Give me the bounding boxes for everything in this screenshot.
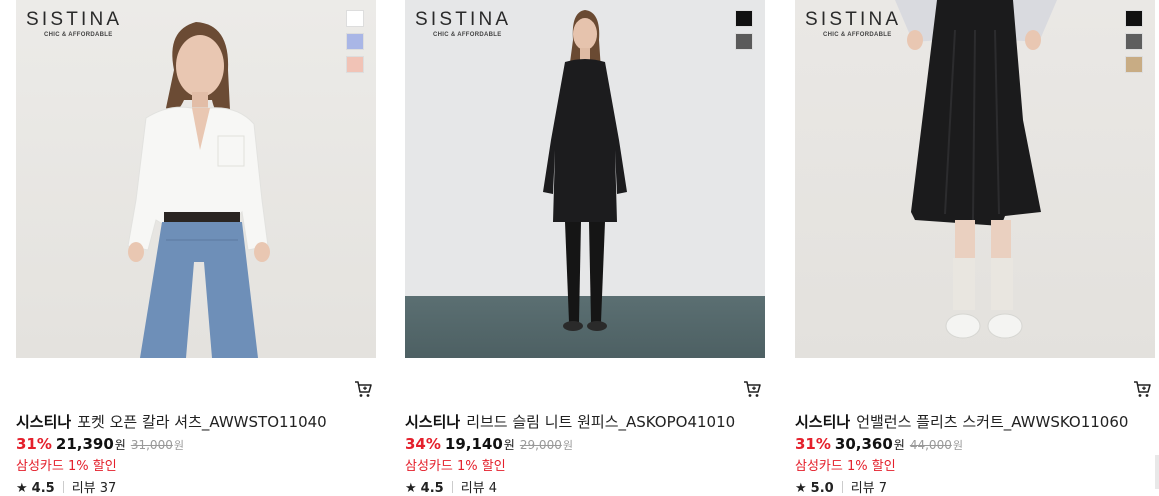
product-image[interactable]: SISTINA CHIC & AFFORDABLE (16, 0, 376, 358)
brand-logo: SISTINA CHIC & AFFORDABLE (26, 9, 136, 38)
color-swatch[interactable] (735, 33, 753, 50)
discount-rate: 31% (795, 435, 831, 453)
color-swatch[interactable] (346, 33, 364, 50)
original-price: 31,000 (130, 438, 173, 452)
product-title[interactable]: 시스티나 언밸런스 플리츠 스커트_AWWSKO11060 (795, 411, 1128, 432)
product-card[interactable]: SISTINA CHIC & AFFORDABLE 시스티나 언밸런스 플리츠 스… (795, 0, 1155, 496)
color-swatch[interactable] (735, 10, 753, 27)
card-promo: 삼성카드 1% 할인 (405, 459, 506, 474)
card-promo: 삼성카드 1% 할인 (16, 459, 117, 474)
brand-logo: SISTINA CHIC & AFFORDABLE (805, 9, 915, 38)
rating-row: ★ 4.5 리뷰 37 (16, 477, 116, 496)
sale-price: 21,390 (55, 435, 114, 453)
divider (451, 481, 453, 493)
product-card[interactable]: SISTINA CHIC & AFFORDABLE 시스티나 리브드 슬림 니트 … (405, 0, 765, 496)
price-unit: 원 (503, 438, 515, 452)
rating-row: ★ 4.5 리뷰 4 (405, 477, 497, 496)
product-name: 포켓 오픈 칼라 셔츠_AWWSTO11040 (77, 413, 327, 431)
model-photo (543, 10, 627, 331)
color-swatch[interactable] (346, 10, 364, 27)
color-swatch[interactable] (346, 56, 364, 73)
product-name: 언밸런스 플리츠 스커트_AWWSKO11060 (856, 413, 1129, 431)
product-image[interactable]: SISTINA CHIC & AFFORDABLE (795, 0, 1155, 358)
product-title[interactable]: 시스티나 포켓 오픈 칼라 셔츠_AWWSTO11040 (16, 411, 327, 432)
cart-icon[interactable] (354, 380, 372, 398)
divider (841, 481, 843, 493)
discount-rate: 31% (16, 435, 52, 453)
sale-price: 19,140 (444, 435, 503, 453)
price-unit: 원 (893, 438, 905, 452)
product-name: 리브드 슬림 니트 원피스_ASKOPO41010 (466, 413, 736, 431)
original-price-unit: 원 (173, 439, 184, 452)
rating-row: ★ 5.0 리뷰 7 (795, 477, 887, 496)
brand-logo-name: SISTINA (26, 9, 123, 30)
color-swatch[interactable] (1125, 33, 1143, 50)
scrollbar[interactable] (1155, 455, 1159, 489)
sale-price: 30,360 (834, 435, 893, 453)
divider (62, 481, 64, 493)
brand-logo-tagline: CHIC & AFFORDABLE (433, 32, 502, 38)
price-unit: 원 (114, 438, 126, 452)
product-brand: 시스티나 (795, 413, 851, 431)
color-swatches (346, 10, 364, 79)
product-card[interactable]: SISTINA CHIC & AFFORDABLE 시스티나 포켓 오픈 칼라 셔… (16, 0, 376, 496)
model-photo (895, 0, 1057, 339)
product-brand: 시스티나 (16, 413, 72, 431)
brand-logo-tagline: CHIC & AFFORDABLE (44, 32, 113, 38)
discount-rate: 34% (405, 435, 441, 453)
original-price: 44,000 (909, 438, 952, 452)
brand-logo-name: SISTINA (805, 9, 902, 30)
price-row: 31% 30,360원 44,000원 (795, 435, 963, 453)
color-swatches (1125, 10, 1143, 79)
model-photo (127, 22, 270, 358)
cart-icon[interactable] (743, 380, 761, 398)
original-price: 29,000 (519, 438, 562, 452)
card-promo: 삼성카드 1% 할인 (795, 459, 896, 474)
price-row: 31% 21,390원 31,000원 (16, 435, 184, 453)
price-row: 34% 19,140원 29,000원 (405, 435, 573, 453)
color-swatch[interactable] (1125, 56, 1143, 73)
color-swatches (735, 10, 753, 56)
product-title[interactable]: 시스티나 리브드 슬림 니트 원피스_ASKOPO41010 (405, 411, 735, 432)
color-swatch[interactable] (1125, 10, 1143, 27)
original-price-unit: 원 (562, 439, 573, 452)
cart-icon[interactable] (1133, 380, 1151, 398)
product-image[interactable]: SISTINA CHIC & AFFORDABLE (405, 0, 765, 358)
brand-logo-tagline: CHIC & AFFORDABLE (823, 32, 892, 38)
product-brand: 시스티나 (405, 413, 461, 431)
brand-logo-name: SISTINA (415, 9, 512, 30)
brand-logo: SISTINA CHIC & AFFORDABLE (415, 9, 525, 38)
original-price-unit: 원 (952, 439, 963, 452)
